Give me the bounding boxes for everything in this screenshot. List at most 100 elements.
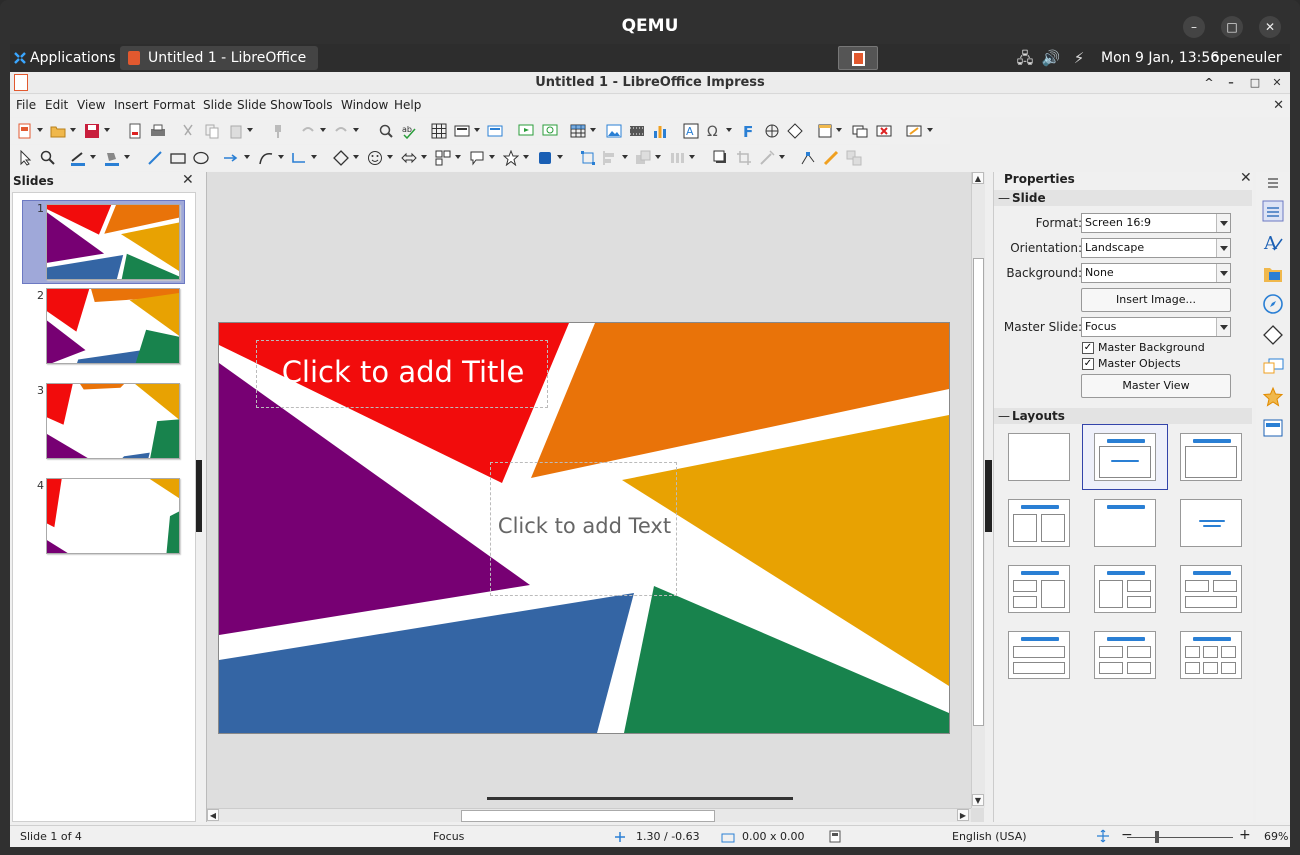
master-background-checkbox[interactable]: ✓: [1082, 342, 1094, 354]
zoom-percent[interactable]: 69%: [1264, 830, 1288, 843]
sidebar-collapse-handle[interactable]: [985, 460, 992, 532]
open-icon[interactable]: [50, 123, 66, 139]
special-character-dropdown-icon[interactable]: [726, 128, 732, 132]
layout-title-content[interactable]: [1094, 433, 1156, 481]
vertical-scrollbar[interactable]: ▲ ▼: [971, 172, 985, 808]
master-slides-icon[interactable]: [1262, 417, 1284, 439]
layout-title-only-box[interactable]: [1180, 433, 1242, 481]
layout-centered-text[interactable]: [1180, 499, 1242, 547]
clone-formatting-icon[interactable]: [270, 123, 286, 139]
gallery-icon[interactable]: [1262, 262, 1284, 284]
zoom-slider-knob[interactable]: [1155, 831, 1159, 843]
animation-icon[interactable]: [1262, 386, 1284, 408]
glue-points-icon[interactable]: [823, 150, 839, 166]
slide-transition-icon[interactable]: [1262, 355, 1284, 377]
fit-slide-icon[interactable]: [1096, 829, 1110, 843]
ellipse-icon[interactable]: [193, 150, 209, 166]
header-footer-dropdown-icon[interactable]: [836, 128, 842, 132]
table-icon[interactable]: [570, 123, 586, 139]
scroll-left-icon[interactable]: ◀: [207, 809, 219, 821]
grid-icon[interactable]: [431, 123, 447, 139]
hyperlink-icon[interactable]: [764, 123, 780, 139]
master-slide-icon[interactable]: [487, 123, 503, 139]
toggle-extrusion-icon[interactable]: [846, 150, 862, 166]
slide-thumbnail-1[interactable]: [46, 204, 180, 280]
connectors-icon[interactable]: [291, 150, 307, 166]
distribute-dropdown-icon[interactable]: [689, 155, 695, 159]
align-objects-dropdown-icon[interactable]: [622, 155, 628, 159]
arrange-dropdown-icon[interactable]: [655, 155, 661, 159]
master-objects-checkbox[interactable]: ✓: [1082, 358, 1094, 370]
header-footer-icon[interactable]: [817, 123, 833, 139]
window-shade-button[interactable]: ^: [1200, 74, 1218, 92]
layout-blank[interactable]: [1008, 433, 1070, 481]
crop-icon[interactable]: [736, 150, 752, 166]
clock[interactable]: Mon 9 Jan, 13:56: [1101, 44, 1219, 72]
duplicate-slide-icon[interactable]: [852, 123, 868, 139]
format-select[interactable]: Screen 16:9: [1081, 213, 1231, 233]
copy-icon[interactable]: [204, 123, 220, 139]
curves-icon[interactable]: [258, 150, 274, 166]
slide-thumbnail-2[interactable]: [46, 288, 180, 364]
scroll-up-icon[interactable]: ▲: [972, 172, 984, 184]
rectangle-icon[interactable]: [170, 150, 186, 166]
window-minimize-button[interactable]: –: [1222, 74, 1240, 92]
layout-title-4-content[interactable]: [1094, 631, 1156, 679]
new-dropdown-icon[interactable]: [37, 128, 43, 132]
navigator-icon[interactable]: [1262, 293, 1284, 315]
stars-icon[interactable]: [503, 150, 519, 166]
menu-slide-show[interactable]: Slide Show: [237, 98, 302, 112]
language[interactable]: English (USA): [952, 830, 1027, 843]
background-select[interactable]: None: [1081, 263, 1231, 283]
save-dropdown-icon[interactable]: [104, 128, 110, 132]
save-icon[interactable]: [84, 123, 100, 139]
menu-insert[interactable]: Insert: [114, 98, 148, 112]
menu-view[interactable]: View: [77, 98, 105, 112]
zoom-pan-icon[interactable]: [40, 150, 56, 166]
document-modified-icon[interactable]: [829, 830, 841, 843]
layout-title-2-content[interactable]: [1008, 499, 1070, 547]
zoom-in-button[interactable]: +: [1239, 827, 1251, 843]
slide-layout-dropdown-icon[interactable]: [927, 128, 933, 132]
menu-slide[interactable]: Slide: [203, 98, 232, 112]
layout-title-2-content-over-content[interactable]: [1180, 565, 1242, 613]
stars-dropdown-icon[interactable]: [523, 155, 529, 159]
display-views-dropdown-icon[interactable]: [474, 128, 480, 132]
qemu-maximize-button[interactable]: □: [1221, 16, 1243, 38]
workspace-pager[interactable]: [838, 46, 878, 70]
filter-icon[interactable]: [759, 150, 775, 166]
3d-objects-icon[interactable]: [537, 150, 553, 166]
print-icon[interactable]: [150, 123, 166, 139]
slide-thumbnail-4[interactable]: [46, 478, 180, 554]
lines-arrows-dropdown-icon[interactable]: [244, 155, 250, 159]
user-menu[interactable]: openeuler: [1211, 44, 1282, 72]
horizontal-scrollbar[interactable]: ◀ ▶: [207, 808, 971, 822]
delete-slide-icon[interactable]: [876, 123, 892, 139]
basic-shapes-icon[interactable]: [333, 150, 349, 166]
distribute-icon[interactable]: [669, 150, 685, 166]
title-placeholder[interactable]: Click to add Title: [256, 340, 548, 408]
find-replace-icon[interactable]: [378, 123, 394, 139]
line-color-dropdown-icon[interactable]: [90, 155, 96, 159]
zoom-slider[interactable]: [1127, 837, 1233, 838]
vertical-scroll-thumb[interactable]: [973, 258, 984, 726]
symbol-shapes-dropdown-icon[interactable]: [387, 155, 393, 159]
transformations-icon[interactable]: [580, 150, 596, 166]
text-placeholder[interactable]: Click to add Text: [490, 462, 677, 596]
image-icon[interactable]: [606, 123, 622, 139]
display-views-icon[interactable]: [454, 123, 470, 139]
properties-icon[interactable]: [1262, 200, 1284, 222]
start-first-slide-icon[interactable]: [518, 123, 534, 139]
export-pdf-icon[interactable]: [127, 123, 143, 139]
paste-icon[interactable]: [228, 123, 244, 139]
open-dropdown-icon[interactable]: [70, 128, 76, 132]
shapes-icon[interactable]: [1262, 324, 1284, 346]
points-icon[interactable]: [800, 150, 816, 166]
undo-icon[interactable]: [300, 123, 316, 139]
lines-arrows-icon[interactable]: [223, 150, 239, 166]
slide-thumbnail-3[interactable]: [46, 383, 180, 459]
menu-help[interactable]: Help: [394, 98, 421, 112]
line-color-icon[interactable]: [70, 150, 86, 166]
fill-color-icon[interactable]: [104, 150, 120, 166]
layout-title-only[interactable]: [1094, 499, 1156, 547]
